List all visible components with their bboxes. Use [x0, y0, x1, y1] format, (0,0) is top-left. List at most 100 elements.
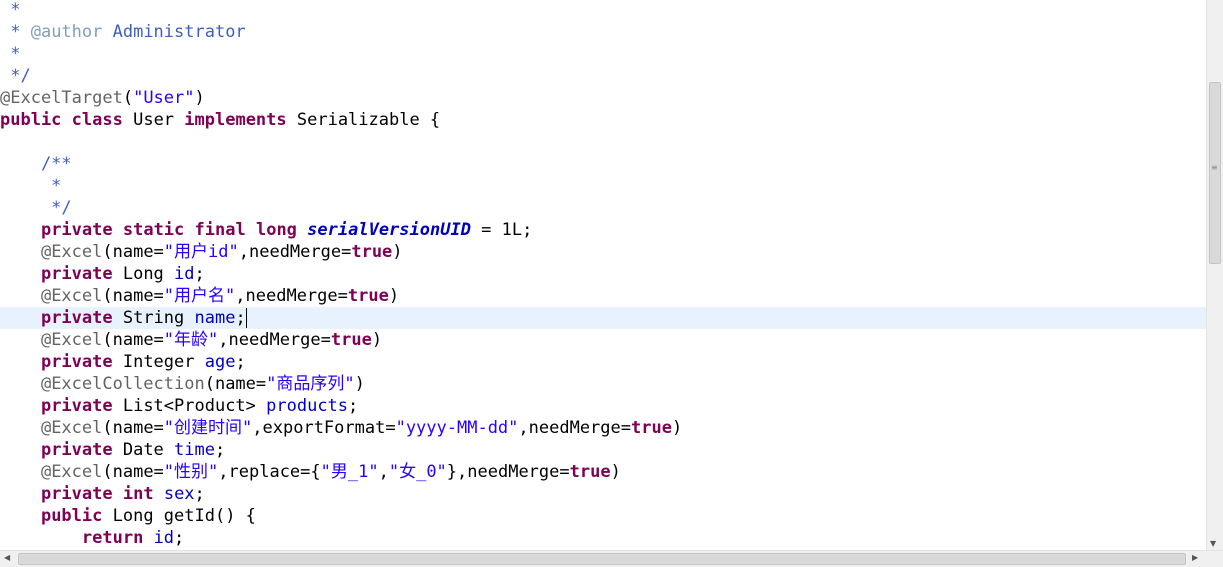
code-token: Integer	[112, 352, 205, 372]
code-token: /**	[0, 154, 72, 174]
code-token: true	[347, 286, 389, 306]
code-token: "年龄"	[163, 330, 219, 350]
code-token: true	[330, 330, 372, 350]
code-line[interactable]: return id;	[0, 527, 1206, 549]
code-token: Serializable {	[286, 110, 441, 130]
code-token: static	[122, 220, 185, 240]
code-line[interactable]: */	[0, 65, 1206, 87]
code-token: ;	[235, 308, 246, 328]
code-line[interactable]: * @author Administrator	[0, 21, 1206, 43]
code-token: "User"	[133, 88, 195, 108]
code-token: @ExcelCollection	[40, 374, 205, 394]
code-token: int	[122, 484, 154, 504]
code-line[interactable]: public Long getId() {	[0, 505, 1206, 527]
code-token: ;	[214, 440, 226, 460]
code-token: final	[194, 220, 246, 240]
horizontal-scrollbar[interactable]: ◀ ▶	[0, 550, 1223, 567]
code-line[interactable]: private Date time;	[0, 439, 1206, 461]
code-token: implements	[184, 110, 287, 130]
code-token: ,replace={	[218, 462, 321, 482]
code-token: true	[569, 462, 611, 482]
code-line[interactable]: private Integer age;	[0, 351, 1206, 373]
code-token: )	[610, 462, 621, 482]
code-line[interactable]	[0, 131, 1206, 153]
arrow-down-icon[interactable]: ▼	[1210, 539, 1216, 548]
code-line[interactable]: @ExcelCollection(name="商品序列")	[0, 373, 1206, 395]
vertical-scrollbar-thumb[interactable]	[1209, 82, 1221, 264]
code-line[interactable]: public class User implements Serializabl…	[0, 109, 1206, 131]
code-token: User	[122, 110, 185, 130]
code-editor[interactable]: * * @author Administrator * */@ExcelTarg…	[0, 0, 1223, 567]
code-line[interactable]: private static final long serialVersionU…	[0, 219, 1206, 241]
current-code-line[interactable]: private String name;	[0, 307, 1206, 329]
code-line[interactable]: *	[0, 0, 1206, 21]
code-token: = 1L;	[470, 220, 533, 240]
code-token: public	[0, 110, 62, 130]
arrow-right-icon[interactable]: ▶	[1192, 553, 1198, 562]
code-line[interactable]: private int sex;	[0, 483, 1206, 505]
code-token: )	[354, 374, 365, 394]
code-line[interactable]: @Excel(name="用户id",needMerge=true)	[0, 241, 1206, 263]
code-token: Long	[112, 264, 175, 284]
code-token: ;	[194, 484, 205, 504]
code-token: (name=	[102, 462, 164, 482]
code-line[interactable]: @ExcelTarget("User")	[0, 87, 1206, 109]
code-token: */	[0, 66, 31, 86]
code-line[interactable]: */	[0, 197, 1206, 219]
code-token: class	[71, 110, 123, 130]
code-line[interactable]: @Excel(name="年龄",needMerge=true)	[0, 329, 1206, 351]
code-token: "女_0"	[388, 462, 447, 482]
code-line[interactable]: /**	[0, 153, 1206, 175]
code-token: *	[0, 22, 31, 42]
code-token: age	[204, 352, 236, 372]
code-line[interactable]: private Long id;	[0, 263, 1206, 285]
code-token: *	[0, 0, 21, 20]
code-token: (name=	[102, 242, 164, 262]
code-token: @ExcelTarget	[0, 88, 123, 108]
code-line[interactable]: *	[0, 175, 1206, 197]
code-token: */	[0, 198, 72, 218]
vertical-scrollbar[interactable]: ≡ ▼	[1206, 0, 1223, 550]
code-token: private	[40, 352, 113, 372]
code-token: private	[40, 484, 113, 504]
code-line[interactable]: private List<Product> products;	[0, 395, 1206, 417]
code-token: List<Product>	[112, 396, 267, 416]
code-token: private	[40, 440, 113, 460]
code-token: (	[122, 88, 134, 108]
code-line[interactable]: *	[0, 43, 1206, 65]
code-token: )	[392, 242, 403, 262]
code-line[interactable]: @Excel(name="用户名",needMerge=true)	[0, 285, 1206, 307]
code-token: )	[671, 418, 683, 438]
code-token: ,exportFormat=	[252, 418, 396, 438]
code-token: *	[0, 44, 21, 64]
code-token: ;	[348, 396, 359, 416]
code-token: serialVersionUID	[307, 220, 471, 240]
code-token: Date	[112, 440, 175, 460]
code-token: Administrator	[102, 22, 246, 42]
code-token: id	[153, 528, 175, 548]
code-token: ,needMerge=	[218, 330, 331, 350]
horizontal-scrollbar-thumb[interactable]	[18, 553, 1186, 565]
code-line[interactable]: @Excel(name="性别",replace={"男_1","女_0"},n…	[0, 461, 1206, 483]
code-token: ;	[194, 264, 205, 284]
arrow-left-icon[interactable]: ◀	[4, 553, 10, 562]
code-token: @author	[30, 22, 103, 42]
grip-icon: ≡	[1211, 163, 1218, 172]
code-line[interactable]: @Excel(name="创建时间",exportFormat="yyyy-MM…	[0, 417, 1206, 439]
code-token: name	[194, 308, 236, 328]
code-token: @Excel	[40, 462, 103, 482]
code-token: },needMerge=	[446, 462, 570, 482]
code-text-area[interactable]: * * @author Administrator * */@ExcelTarg…	[0, 0, 1206, 550]
